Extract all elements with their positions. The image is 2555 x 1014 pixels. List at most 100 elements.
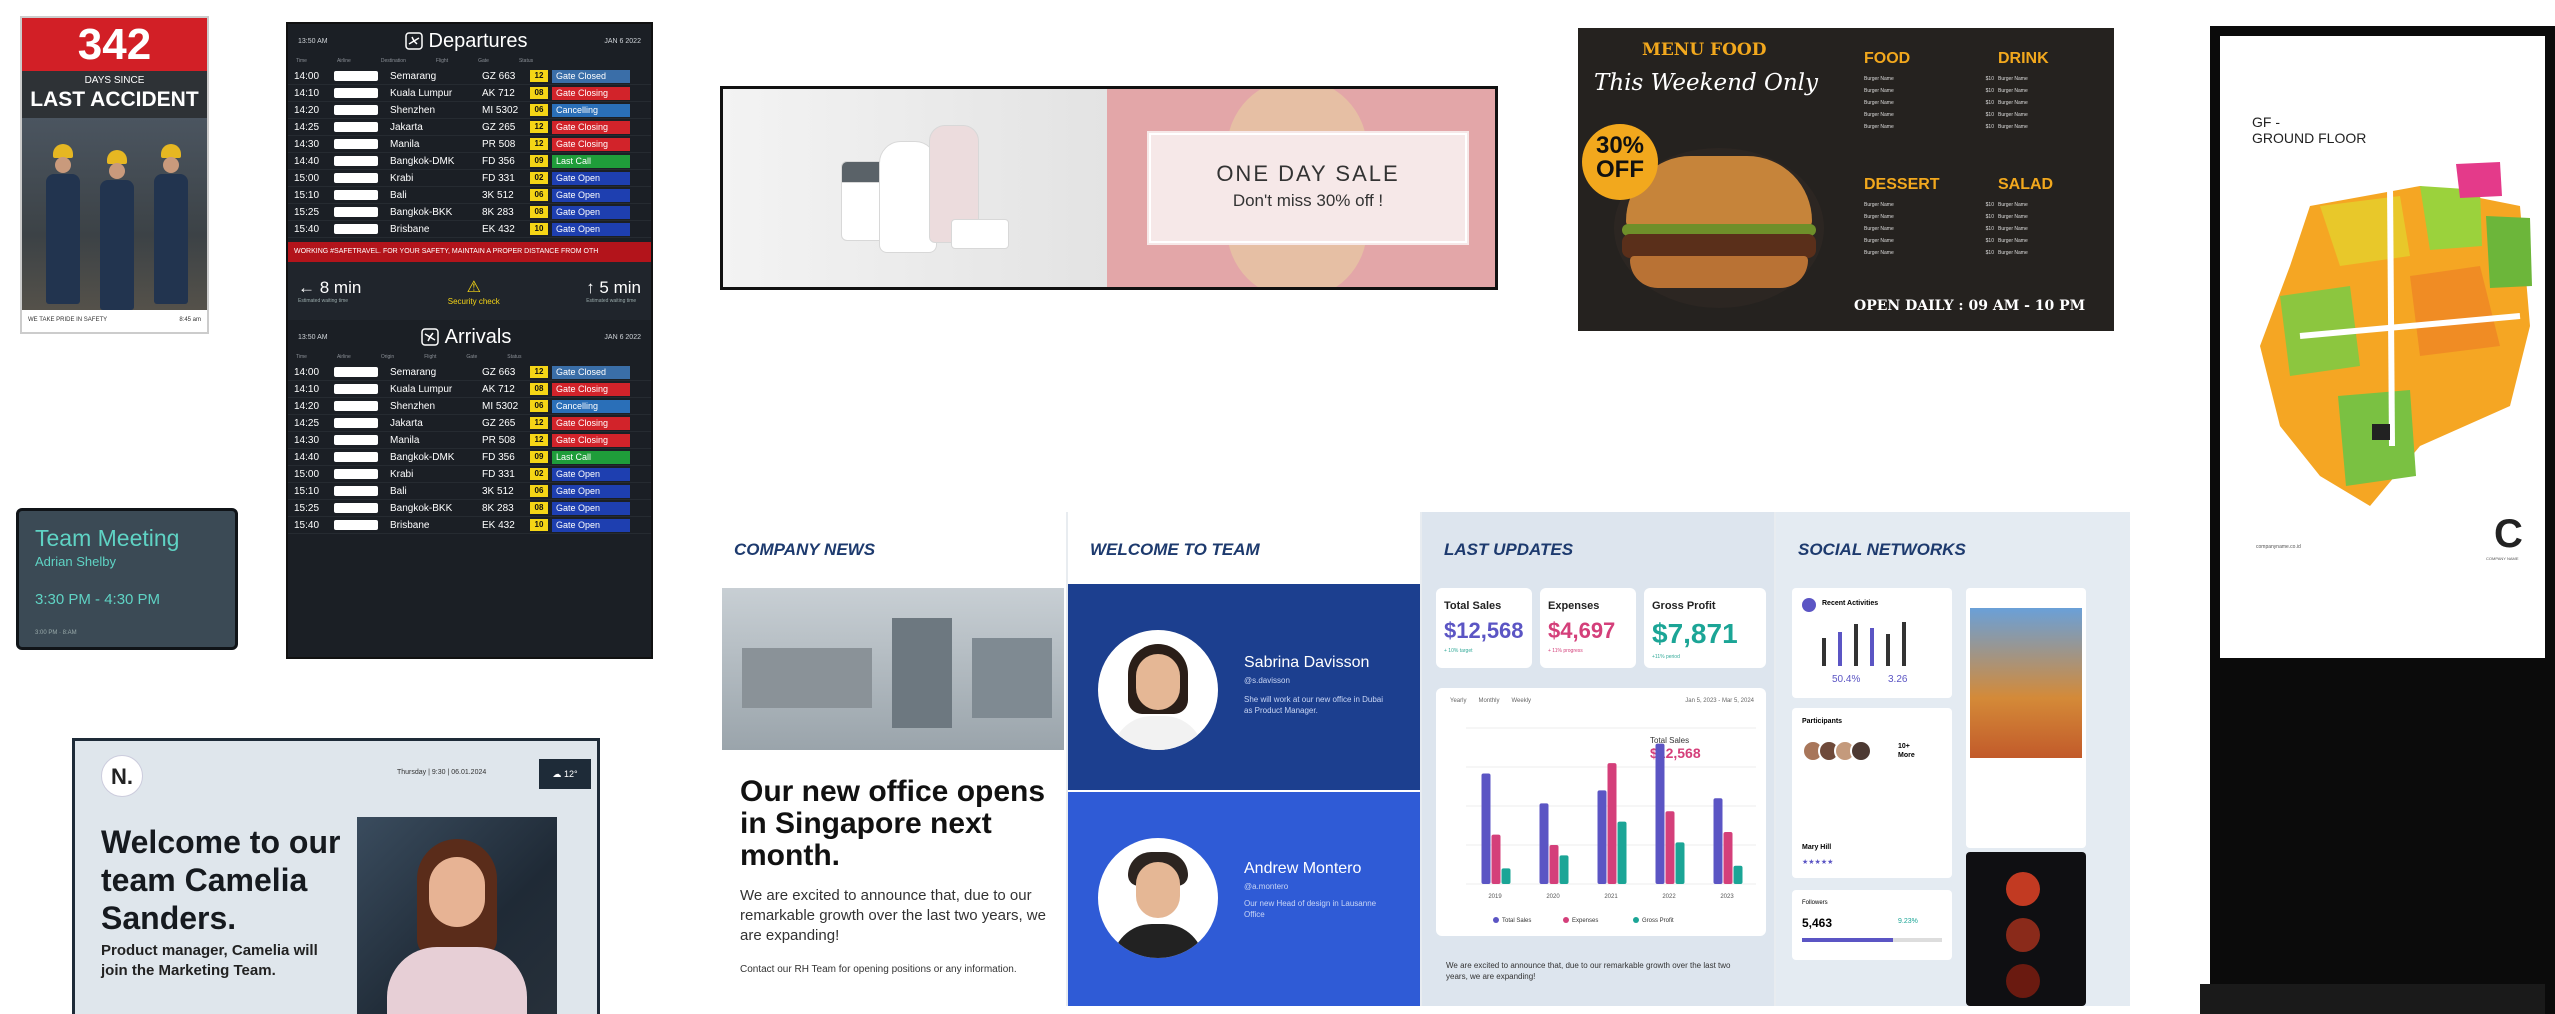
bar-total-sales [1655,743,1665,884]
flight-time: 15:25 [294,206,320,218]
gate-number: 12 [530,434,548,446]
corporate-dashboard: COMPANY NEWS Our new office opens in Sin… [712,512,2130,1006]
map-footer: companyname.co.id [2256,544,2301,550]
welcome-title: Welcome to our team Camelia Sanders. [101,824,341,936]
menu-item: Burger Name$10 [1864,250,1994,262]
flight-city: Shenzhen [390,104,436,116]
menu-item-price: $10 [1985,214,1994,220]
flight-status: Cancelling [552,399,630,413]
airline-logo [334,469,378,479]
accident-count: 342 [22,18,207,71]
menu-item: Burger Name $10 [1864,76,1994,88]
flight-city: Bangkok-DMK [390,451,455,463]
social-post-card [1966,588,2086,848]
flight-time: 14:20 [294,400,320,412]
flight-row: 14:20 Shenzhen MI 5302 06 Cancelling [288,398,651,415]
right-wait-value: 5 min [599,278,641,297]
airline-logo [334,435,378,445]
gate-number: 06 [530,104,548,116]
flight-number: 3K 512 [482,485,514,497]
floor-label-line1: GF - [2252,114,2280,130]
menu-item-name: Burger Name [1864,250,1894,256]
flight-number: PR 508 [482,434,516,446]
airline-logo [334,401,378,411]
company-news-panel: COMPANY NEWS Our new office opens in Sin… [712,512,1066,1006]
flight-row: 14:40 Bangkok-DMK FD 356 09 Last Call [288,153,651,170]
arrival-column-headers: Time Airline Origin Flight Gate Status [296,354,522,360]
menu-item: Burger Name$10 [1864,226,1994,238]
menu-item-name: Burger Name [1998,112,2028,118]
gate-number: 02 [530,172,548,184]
menu-item-name: Burger Name [1864,124,1894,130]
flight-status: Last Call [552,450,630,464]
flight-row: 15:00 Krabi FD 331 02 Gate Open [288,466,651,483]
gate-number: 12 [530,121,548,133]
menu-salad-heading: SALAD [1998,176,2054,193]
social-networks-title: SOCIAL NETWORKS [1798,540,1966,559]
model-photo: ONE DAY SALE Don't miss 30% off ! [1107,89,1495,287]
menu-dessert-column: DESSERT Burger Name $10 Burger Name $10 Burge… [1864,176,1994,262]
stat-label: Total Sales [1444,600,1502,612]
stat-value: $7,871 [1652,618,1738,649]
menu-item: Burger Name$10 [1864,88,1994,100]
menu-item-name: Burger Name [1864,214,1894,220]
flight-number: EK 432 [482,519,515,531]
flight-status: Gate Open [552,188,630,202]
airline-logo [334,122,378,132]
discount-value: 30% [1595,132,1645,159]
legend-marker [1633,917,1639,923]
flight-number: PR 508 [482,138,516,150]
flight-city: Kuala Lumpur [390,383,453,395]
menu-item-price: $10 [1985,226,1994,232]
airline-logo [334,207,378,217]
gate-number: 12 [530,417,548,429]
participants-card: Participants 10+ More Mary Hill ★★★★★ [1792,708,1952,878]
kiosk-logo-sub: COMPANY NAME [2486,556,2519,561]
arrivals-time: 13:50 AM [298,333,328,341]
member-handle: @s.davisson [1244,676,1290,685]
floor-label: GF - GROUND FLOOR [2252,114,2366,146]
menu-brand: MENU FOOD [1642,40,1767,60]
flight-time: 15:10 [294,189,320,201]
member-name: Sabrina Davisson [1244,654,1370,671]
menu-item: Burger Name$10 [1998,214,2114,226]
arrivals-list: 14:00 Semarang GZ 663 12 Gate Closed 14:10 Kua… [288,364,651,534]
menu-item: Burger Name$10 [1998,124,2114,136]
floor-map[interactable] [2220,146,2545,566]
avatar [1098,630,1218,750]
gate-number: 08 [530,383,548,395]
flight-time: 14:40 [294,155,320,167]
flight-row: 15:10 Bali 3K 512 06 Gate Open [288,483,651,500]
flight-row: 15:10 Bali 3K 512 06 Gate Open [288,187,651,204]
menu-item-name: Burger Name [1864,76,1894,82]
activity-rate: 3.26 [1888,674,1908,685]
menu-item-name: Burger Name [1864,112,1894,118]
map-corridor [2387,185,2395,447]
stat-gross-profit: Gross Profit $7,871 +11% period [1644,588,1766,668]
member-description: She will work at our new office in Dubai… [1244,695,1384,715]
last-updates-panel: LAST UPDATES Total Sales $12,568 + 10% t… [1422,512,1774,1006]
legend-marker [1493,917,1499,923]
flight-time: 14:20 [294,104,320,116]
flight-row: 15:25 Bangkok-BKK 8K 283 08 Gate Open [288,500,651,517]
stat-total-sales: Total Sales $12,568 + 10% target [1436,588,1532,668]
flight-city: Krabi [390,172,414,184]
map-kiosk: GF - GROUND FLOOR companyname.co.id C COM… [2200,26,2555,1014]
stat-value: $12,568 [1444,618,1524,643]
flight-number: 3K 512 [482,189,514,201]
flight-number: GZ 265 [482,121,516,133]
flight-time: 15:25 [294,502,320,514]
flight-city: Krabi [390,468,414,480]
flight-time: 14:10 [294,383,320,395]
followers-card: Followers 5,463 9.23% [1792,890,1952,960]
menu-item-price: $10 [1985,100,1994,106]
arrivals-title: Arrivals [420,326,511,349]
flight-city: Bali [390,189,407,201]
participants-more[interactable]: 10+ More [1898,742,1928,760]
member-name: Andrew Montero [1244,860,1362,877]
menu-item-name: Burger Name [1998,76,2028,82]
flight-city: Shenzhen [390,400,436,412]
menu-item-price: $10 [1985,76,1994,82]
bar-gross-profit [1675,842,1685,884]
bar-gross-profit [1501,868,1511,884]
